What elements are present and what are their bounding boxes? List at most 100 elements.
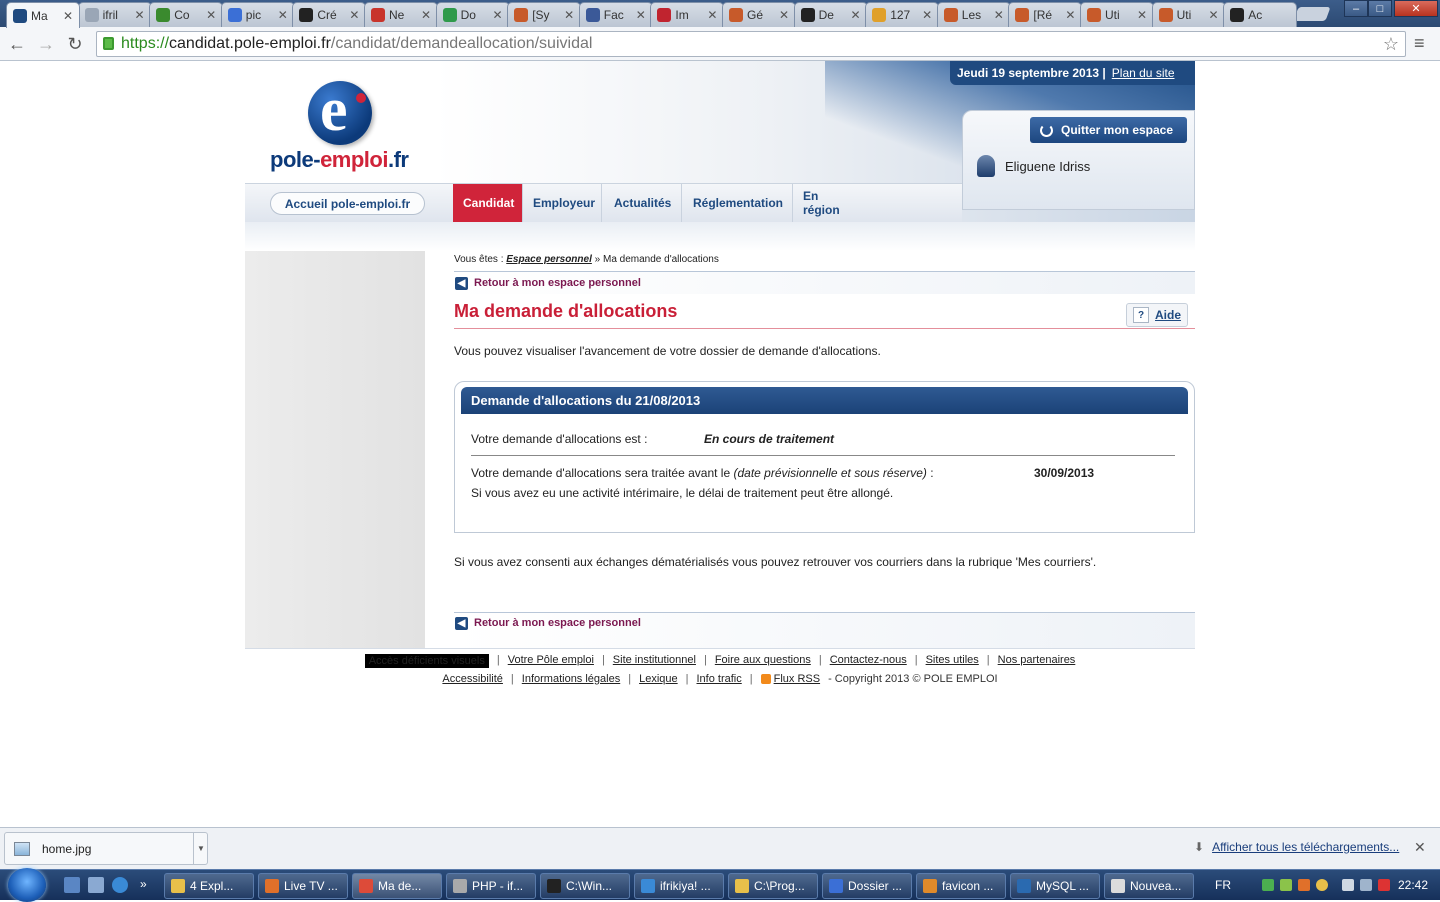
taskbar-button[interactable]: 4 Expl... [164,873,254,899]
taskbar-button[interactable]: Nouvea... [1104,873,1194,899]
footer-link-partenaires[interactable]: Nos partenaires [998,654,1076,668]
browser-tab[interactable]: De ✕ [793,2,868,27]
browser-tab[interactable]: pic ✕ [220,2,295,27]
bookmark-star-icon[interactable]: ☆ [1383,34,1399,55]
show-all-downloads[interactable]: ⬇ Afficher tous les téléchargements... [1194,840,1399,854]
close-tab-icon[interactable]: ✕ [851,8,861,22]
browser-tab[interactable]: Do ✕ [435,2,510,27]
footer-link-rss[interactable]: Flux RSS [774,673,820,685]
browser-tab[interactable]: Gé ✕ [722,2,796,27]
close-tab-icon[interactable]: ✕ [994,8,1004,22]
download-options-icon[interactable]: ▼ [193,833,208,864]
close-tab-icon[interactable]: ✕ [493,8,503,22]
language-indicator[interactable]: FR [1215,878,1231,892]
tray-icon-flag[interactable] [1342,879,1354,891]
close-tab-icon[interactable]: ✕ [421,8,431,22]
nav-candidat[interactable]: Candidat [453,184,523,222]
clock[interactable]: 22:42 [1398,878,1428,892]
browser-tab[interactable]: Ne ✕ [364,2,438,27]
taskbar-button[interactable]: Live TV ... [258,873,348,899]
close-tab-icon[interactable]: ✕ [135,8,145,22]
taskbar-button[interactable]: C:\Prog... [728,873,818,899]
maximize-button[interactable]: □ [1368,0,1392,17]
menu-icon[interactable]: ≡ [1414,33,1436,55]
address-bar[interactable]: https://candidat.pole-emploi.fr/candidat… [96,31,1406,57]
back-arrow-icon[interactable]: ← [6,33,28,55]
sitemap-link[interactable]: Plan du site [1112,66,1175,80]
close-tab-icon[interactable]: ✕ [278,8,288,22]
forward-arrow-icon[interactable]: → [35,33,57,55]
nav-employeur[interactable]: Employeur [523,184,602,222]
tray-icon-app[interactable] [1298,879,1310,891]
footer-link-accessibilite[interactable]: Accessibilité [442,673,503,685]
browser-tab[interactable]: Cré ✕ [292,2,367,27]
taskbar-button[interactable]: PHP - if... [446,873,536,899]
taskbar-button[interactable]: favicon ... [916,873,1006,899]
close-tab-icon[interactable]: ✕ [636,8,646,22]
nav-actualites[interactable]: Actualités [604,184,682,222]
browser-tab[interactable]: Uti ✕ [1080,2,1154,27]
help-button[interactable]: ? Aide [1126,303,1188,327]
breadcrumb-link-espace-personnel[interactable]: Espace personnel [506,254,592,265]
more-quicklaunch-icon[interactable]: » [140,877,156,893]
browser-tab[interactable]: [Sy ✕ [507,2,582,27]
show-all-downloads-link[interactable]: Afficher tous les téléchargements... [1212,840,1399,854]
browser-tab[interactable]: ifril ✕ [77,2,152,27]
browser-tab[interactable]: 127 ✕ [865,2,940,27]
download-item[interactable]: home.jpg ▼ [4,832,208,865]
footer-link-lexique[interactable]: Lexique [639,673,678,685]
show-desktop-icon[interactable] [64,877,80,893]
footer-link-votre-pole-emploi[interactable]: Votre Pôle emploi [508,654,594,668]
taskbar-button[interactable]: ifrikiya! ... [634,873,724,899]
pole-emploi-logo[interactable]: e pole-emploi.fr [270,76,410,176]
start-button[interactable] [8,868,46,902]
close-tab-icon[interactable]: ✕ [1209,8,1219,22]
back-link-bottom[interactable]: ◀ Retour à mon espace personnel [454,612,1195,648]
footer-link-contact[interactable]: Contactez-nous [830,654,907,668]
explorer-quicklaunch-icon[interactable] [88,877,104,893]
close-tab-icon[interactable]: ✕ [63,9,73,23]
footer-link-sites-utiles[interactable]: Sites utiles [926,654,979,668]
nav-reglementation[interactable]: Réglementation [683,184,793,222]
tray-icon-network[interactable] [1360,879,1372,891]
taskbar-button[interactable]: C:\Win... [540,873,630,899]
browser-tab[interactable]: Uti ✕ [1151,2,1226,27]
footer-link-informations-legales[interactable]: Informations légales [522,673,620,685]
browser-tab[interactable]: Fac ✕ [578,2,653,27]
tray-icon-network[interactable] [1262,879,1274,891]
browser-tab[interactable]: [Ré ✕ [1008,2,1083,27]
close-tab-icon[interactable]: ✕ [1137,8,1147,22]
footer-link-info-trafic[interactable]: Info trafic [697,673,742,685]
tray-icon-app[interactable] [1280,879,1292,891]
browser-tab[interactable]: Ma ✕ [6,2,80,28]
browser-tab[interactable]: Les ✕ [936,2,1011,27]
browser-tab[interactable]: Co ✕ [149,2,224,27]
taskbar-button[interactable]: MySQL ... [1010,873,1100,899]
close-tab-icon[interactable]: ✕ [707,8,717,22]
home-link[interactable]: Accueil pole-emploi.fr [270,192,425,215]
footer-rss[interactable]: Flux RSS [760,673,820,685]
back-link-top[interactable]: ◀ Retour à mon espace personnel [454,271,1195,294]
close-tab-icon[interactable]: ✕ [564,8,574,22]
volume-icon[interactable] [1378,879,1390,891]
footer-accessibility-visual-link[interactable]: Accès déficients visuels [364,654,489,668]
taskbar-button[interactable]: Ma de... [352,873,442,899]
new-tab-button[interactable] [1293,7,1331,21]
footer-link-site-institutionnel[interactable]: Site institutionnel [613,654,696,668]
close-tab-icon[interactable]: ✕ [349,8,359,22]
nav-en-region[interactable]: En région [793,184,867,222]
close-tab-icon[interactable]: ✕ [922,8,932,22]
browser-tab[interactable]: Ac [1223,2,1298,27]
close-tab-icon[interactable]: ✕ [206,8,216,22]
taskbar-button[interactable]: Dossier ... [822,873,912,899]
footer-link-faq[interactable]: Foire aux questions [715,654,811,668]
reload-icon[interactable]: ↻ [64,33,86,55]
close-tab-icon[interactable]: ✕ [779,8,789,22]
close-download-shelf-icon[interactable]: ✕ [1414,839,1426,856]
ie-quicklaunch-icon[interactable] [112,877,128,893]
close-tab-icon[interactable]: ✕ [1065,8,1075,22]
browser-tab[interactable]: Im ✕ [650,2,725,27]
close-window-button[interactable]: ✕ [1394,0,1438,17]
minimize-button[interactable]: – [1344,0,1368,17]
tray-icon-app[interactable] [1316,879,1328,891]
